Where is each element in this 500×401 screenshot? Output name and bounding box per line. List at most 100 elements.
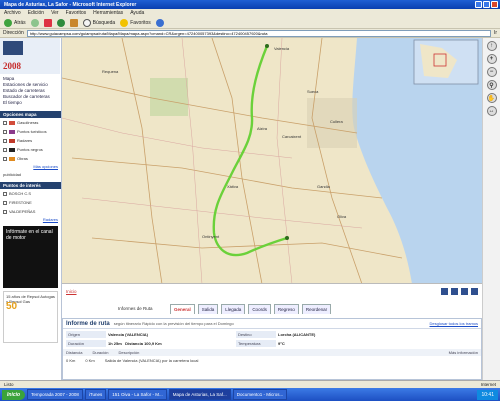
distance-label: Distancia xyxy=(125,341,143,346)
map-canvas[interactable]: Valencia Alzira Carcaixent Xàtiva Gandia… xyxy=(62,38,482,284)
point-label: VALDEPEÑAS xyxy=(9,209,36,214)
option-turisticos[interactable]: Puntos turísticos xyxy=(0,127,61,136)
summary-col: Más información xyxy=(448,350,478,355)
route-end-marker[interactable] xyxy=(285,236,289,240)
menu-ver[interactable]: Ver xyxy=(51,10,59,16)
option-puntos-negros[interactable]: Puntos negros xyxy=(0,145,61,154)
taskbar-item[interactable]: 151 Oiva - La Safor - M... xyxy=(108,389,167,400)
option-obras[interactable]: Obras xyxy=(0,154,61,163)
option-checkbox[interactable] xyxy=(3,138,7,143)
search-button[interactable]: Búsqueda xyxy=(82,18,115,27)
search-icon[interactable]: ⚲ xyxy=(486,80,497,90)
minimize-button[interactable] xyxy=(475,1,482,8)
city-label: Gandia xyxy=(317,184,331,189)
home-button[interactable] xyxy=(69,18,78,27)
menu-herramientas[interactable]: Herramientas xyxy=(93,10,123,16)
option-checkbox[interactable] xyxy=(3,120,7,125)
point-checkbox[interactable] xyxy=(3,200,7,205)
zoom-out-icon[interactable]: − xyxy=(486,67,497,77)
option-label: Gasolineras xyxy=(17,120,39,125)
city-label: Requena xyxy=(102,69,119,74)
option-checkbox[interactable] xyxy=(3,156,7,161)
radars-link[interactable]: Radares xyxy=(0,216,61,223)
menu-ayuda[interactable]: Ayuda xyxy=(130,10,144,16)
tab-coords[interactable]: Coords xyxy=(248,304,271,314)
city-label: Ontinyent xyxy=(202,234,220,239)
back-label: Atrás xyxy=(14,19,26,26)
taskbar-item[interactable]: iTunes xyxy=(84,389,107,400)
tab-general[interactable]: General xyxy=(170,304,195,314)
dest-label: Destino xyxy=(236,331,276,338)
save-icon[interactable] xyxy=(461,287,468,295)
browser-toolbar: Atrás Búsqueda Favoritos xyxy=(0,17,500,29)
menu-edicion[interactable]: Edición xyxy=(28,10,44,16)
ad-banner-repsol[interactable]: 15 años de Repsol Autogas y Repsol Gas 5… xyxy=(3,291,58,343)
tab-reordenar[interactable]: Reordenar xyxy=(301,304,332,314)
start-button[interactable]: Inicio xyxy=(2,389,26,400)
option-radares[interactable]: Radares xyxy=(0,136,61,145)
map-controls: ↑ + − ⚲ ✋ ↔ xyxy=(482,38,500,380)
tourist-icon xyxy=(9,129,15,134)
measure-icon[interactable]: ↔ xyxy=(486,106,497,116)
city-label: Valencia xyxy=(274,46,290,51)
tab-regreso[interactable]: Regreso xyxy=(273,304,299,314)
option-checkbox[interactable] xyxy=(3,129,7,134)
stop-button[interactable] xyxy=(43,18,52,27)
taskbar-item-active[interactable]: Mapa de Asturias, La Saf... xyxy=(168,389,231,400)
print-icon[interactable] xyxy=(441,287,448,295)
more-options-link[interactable]: Más opciones xyxy=(0,163,61,170)
menu-bar: Archivo Edición Ver Favoritos Herramient… xyxy=(0,9,500,17)
report-detail-link[interactable]: Desglosar todos los tramos xyxy=(430,321,478,326)
hand-icon[interactable]: ✋ xyxy=(486,93,497,103)
refresh-button[interactable] xyxy=(56,18,65,27)
media-button[interactable] xyxy=(155,18,164,27)
home-icon xyxy=(69,18,78,27)
tab-salida[interactable]: Salida xyxy=(197,304,219,314)
status-text: Listo xyxy=(4,382,14,387)
route-map[interactable]: Valencia Alzira Carcaixent Xàtiva Gandia… xyxy=(62,38,482,284)
favorites-label: Favoritos xyxy=(130,19,151,26)
point-checkbox[interactable] xyxy=(3,209,7,214)
fuel-icon xyxy=(9,120,15,125)
point-bosch[interactable]: BOSCH C.S xyxy=(0,189,61,198)
sidebar-link-tiempo[interactable]: El tiempo xyxy=(3,100,58,106)
zoom-in-icon[interactable]: + xyxy=(486,54,497,64)
tab-llegada[interactable]: Llegada xyxy=(221,304,246,314)
report-subtitle: según itinerario Rápido con la previsión… xyxy=(113,321,234,326)
option-gasolineras[interactable]: Gasolineras xyxy=(0,118,61,127)
go-button[interactable]: Ir xyxy=(494,30,497,36)
pan-up-icon[interactable]: ↑ xyxy=(486,41,497,51)
point-firestone[interactable]: FIRESTONE xyxy=(0,198,61,207)
city-label: Sueca xyxy=(307,89,319,94)
forward-button[interactable] xyxy=(30,18,39,27)
ad-banner-motor[interactable]: Infórmate en el canal de motor xyxy=(3,226,58,288)
point-checkbox[interactable] xyxy=(3,191,7,196)
option-label: Radares xyxy=(17,138,33,143)
url-input[interactable] xyxy=(26,29,491,37)
roadworks-icon xyxy=(9,156,15,161)
point-valdepenas[interactable]: VALDEPEÑAS xyxy=(0,207,61,216)
share-icon[interactable] xyxy=(471,287,478,295)
taskbar-item[interactable]: Documento1 - Micros... xyxy=(232,389,288,400)
menu-archivo[interactable]: Archivo xyxy=(4,10,21,16)
option-checkbox[interactable] xyxy=(3,147,7,152)
ad-text: Infórmate en el canal de motor xyxy=(6,229,53,241)
table-row[interactable]: 0 Km 0 Km Salida de Valencia (VALENCIA) … xyxy=(63,356,481,365)
close-button[interactable] xyxy=(491,1,498,8)
point-label: FIRESTONE xyxy=(9,200,32,205)
report-header: Informe de ruta según itinerario Rápido … xyxy=(63,319,481,329)
menu-favoritos[interactable]: Favoritos xyxy=(66,10,87,16)
report-grid: Origen Valencia (VALENCIA) Destino Lorch… xyxy=(63,329,481,349)
taskbar-item[interactable]: Temporada 2007 - 2008 xyxy=(27,389,83,400)
route-start-marker[interactable] xyxy=(265,44,269,48)
back-button[interactable]: Atrás xyxy=(4,18,26,27)
favorites-button[interactable]: Favoritos xyxy=(120,18,151,27)
email-icon[interactable] xyxy=(451,287,458,295)
step-duration: 0 Km xyxy=(85,358,95,363)
maximize-button[interactable] xyxy=(483,1,490,8)
city-label: Oliva xyxy=(337,214,347,219)
status-zone: Internet xyxy=(480,382,496,387)
site-logo[interactable]: 2008 xyxy=(0,38,60,74)
forward-arrow-icon xyxy=(30,18,39,27)
home-link[interactable]: Inicio xyxy=(66,289,77,294)
